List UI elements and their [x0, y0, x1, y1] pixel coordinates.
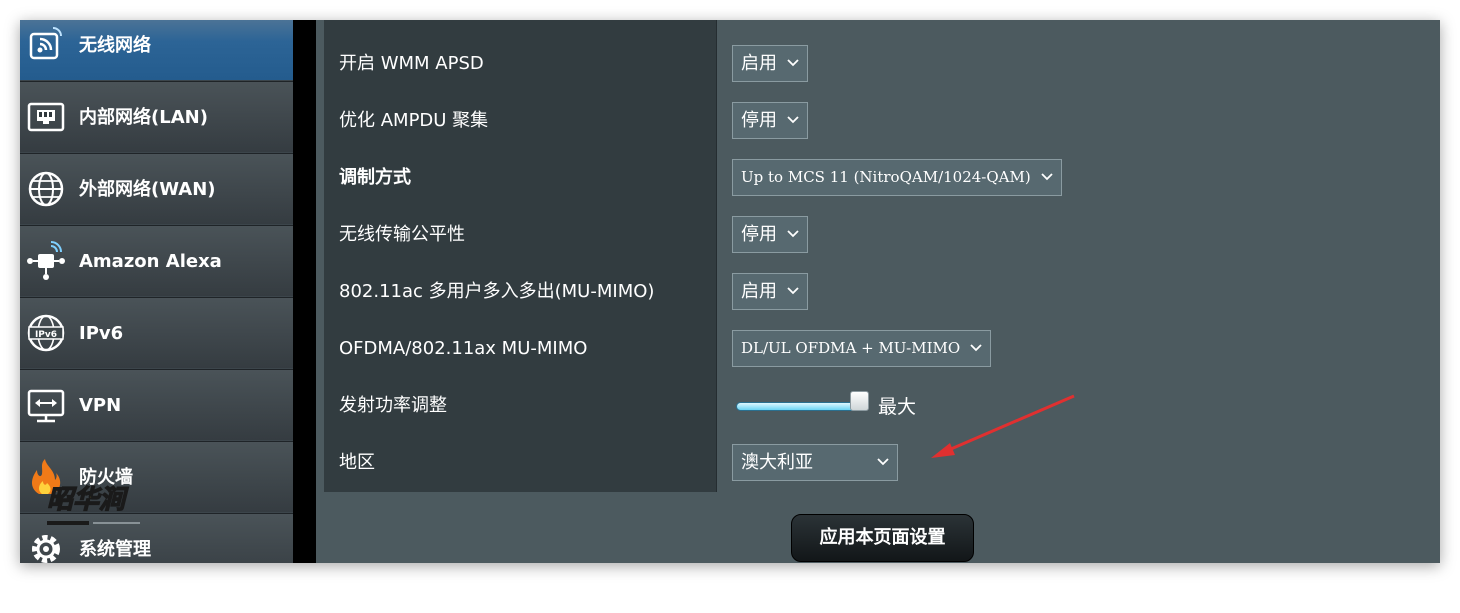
row-label-ofdma: OFDMA/802.11ax MU-MIMO	[324, 321, 717, 378]
sidebar-item-alexa[interactable]: Amazon Alexa	[20, 226, 293, 297]
table-row: 开启 WMM APSD 启用	[324, 36, 1440, 93]
chevron-down-icon	[970, 343, 982, 352]
select-value: 澳大利亚	[741, 452, 813, 473]
table-row: 优化 AMPDU 聚集 停用	[324, 93, 1440, 150]
chevron-down-icon	[787, 58, 799, 67]
watermark-logo: 昭华涧	[45, 480, 175, 535]
lan-icon	[25, 96, 67, 138]
row-label-modulation: 调制方式	[324, 150, 717, 207]
row-value: 最大	[717, 378, 1440, 435]
sidebar-item-label: 无线网络	[79, 35, 151, 56]
row-value: 启用	[717, 36, 1440, 93]
ampdu-select[interactable]: 停用	[732, 102, 808, 139]
modulation-select[interactable]: Up to MCS 11 (NitroQAM/1024-QAM)	[732, 159, 1062, 196]
row-label-tx-power: 发射功率调整	[324, 378, 717, 435]
sidebar-item-label: Amazon Alexa	[79, 251, 222, 272]
main-content: 开启 WMM APSD 启用 优化 AMPDU 聚集 停用 调制方式 Up to…	[316, 20, 1440, 563]
sidebar-item-label: 外部网络(WAN)	[79, 179, 216, 200]
row-label-mu-mimo: 802.11ac 多用户多入多出(MU-MIMO)	[324, 264, 717, 321]
row-value: 停用	[717, 207, 1440, 264]
tx-power-slider-handle[interactable]	[850, 391, 869, 411]
ofdma-select[interactable]: DL/UL OFDMA + MU-MIMO	[732, 330, 992, 367]
sidebar: 无线网络 内部网络(LAN) 外部网络(WAN) Amazon Alexa IP…	[20, 20, 293, 563]
row-label-ampdu: 优化 AMPDU 聚集	[324, 93, 717, 150]
table-row: OFDMA/802.11ax MU-MIMO DL/UL OFDMA + MU-…	[324, 321, 1440, 378]
tx-power-value: 最大	[878, 396, 917, 418]
mu-mimo-select[interactable]: 启用	[732, 273, 808, 310]
table-row: 802.11ac 多用户多入多出(MU-MIMO) 启用	[324, 264, 1440, 321]
row-label-region: 地区	[324, 435, 717, 492]
wmm-apsd-select[interactable]: 启用	[732, 45, 808, 82]
table-row: 无线传输公平性 停用	[324, 207, 1440, 264]
chevron-down-icon	[1041, 172, 1053, 181]
row-label-airtime-fairness: 无线传输公平性	[324, 207, 717, 264]
sidebar-item-label: IPv6	[79, 323, 124, 344]
chevron-down-icon	[787, 286, 799, 295]
select-value: 停用	[741, 224, 777, 245]
row-value: 停用	[717, 93, 1440, 150]
watermark-text: 昭华涧	[47, 485, 129, 515]
globe-icon	[25, 168, 67, 210]
alexa-icon	[25, 240, 67, 282]
ipv6-icon: IPv6	[25, 312, 67, 354]
svg-text:IPv6: IPv6	[35, 330, 57, 340]
table-row	[324, 20, 1440, 36]
select-value: 停用	[741, 110, 777, 131]
settings-table: 开启 WMM APSD 启用 优化 AMPDU 聚集 停用 调制方式 Up to…	[324, 20, 1440, 492]
tx-power-slider-track[interactable]	[736, 402, 866, 411]
row-value	[717, 20, 1440, 36]
row-label-wmm-apsd: 开启 WMM APSD	[324, 36, 717, 93]
select-value: Up to MCS 11 (NitroQAM/1024-QAM)	[741, 168, 1031, 186]
select-value: 启用	[741, 53, 777, 74]
table-row: 调制方式 Up to MCS 11 (NitroQAM/1024-QAM)	[324, 150, 1440, 207]
row-label	[324, 20, 717, 36]
select-value: DL/UL OFDMA + MU-MIMO	[741, 339, 961, 357]
sidebar-item-label: 内部网络(LAN)	[79, 107, 208, 128]
row-value: 澳大利亚	[717, 435, 1440, 492]
sidebar-item-vpn[interactable]: VPN	[20, 370, 293, 441]
select-value: 启用	[741, 281, 777, 302]
sidebar-divider	[293, 20, 316, 563]
vpn-icon	[25, 384, 67, 426]
wireless-icon	[25, 24, 67, 66]
sidebar-item-ipv6[interactable]: IPv6 IPv6	[20, 298, 293, 369]
router-admin-window: 无线网络 内部网络(LAN) 外部网络(WAN) Amazon Alexa IP…	[20, 20, 1440, 563]
row-value: 启用	[717, 264, 1440, 321]
table-row: 地区 澳大利亚	[324, 435, 1440, 492]
chevron-down-icon	[877, 457, 889, 466]
region-select[interactable]: 澳大利亚	[732, 444, 898, 481]
sidebar-item-lan[interactable]: 内部网络(LAN)	[20, 82, 293, 153]
row-value: Up to MCS 11 (NitroQAM/1024-QAM)	[717, 150, 1440, 207]
sidebar-item-wireless[interactable]: 无线网络	[20, 20, 293, 81]
table-row: 发射功率调整 最大	[324, 378, 1440, 435]
row-value: DL/UL OFDMA + MU-MIMO	[717, 321, 1440, 378]
chevron-down-icon	[787, 229, 799, 238]
sidebar-item-wan[interactable]: 外部网络(WAN)	[20, 154, 293, 225]
airtime-fairness-select[interactable]: 停用	[732, 216, 808, 253]
chevron-down-icon	[787, 115, 799, 124]
apply-settings-button[interactable]: 应用本页面设置	[791, 514, 974, 562]
sidebar-item-label: VPN	[79, 395, 122, 416]
